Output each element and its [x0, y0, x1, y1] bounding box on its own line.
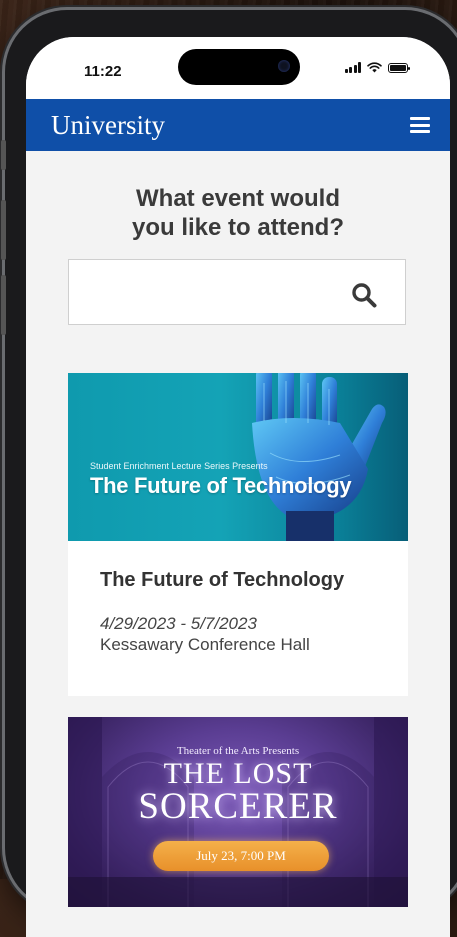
brand-logo-text[interactable]: University: [51, 110, 165, 141]
front-camera-icon: [278, 60, 290, 72]
page-heading: What event would you like to attend?: [26, 184, 450, 242]
event-banner-image[interactable]: Student Enrichment Lecture Series Presen…: [68, 373, 408, 541]
wifi-icon: [367, 62, 382, 73]
event-title[interactable]: The Future of Technology: [100, 569, 376, 592]
volume-down-button: [1, 275, 6, 335]
search-input[interactable]: [69, 260, 339, 324]
banner-supertitle: Student Enrichment Lecture Series Presen…: [90, 461, 268, 471]
banner-title: The Future of Technology: [90, 473, 352, 498]
status-time: 11:22: [84, 63, 122, 80]
top-navigation-bar: University: [26, 99, 450, 151]
heading-line-2: you like to attend?: [131, 214, 344, 241]
heading-line-1: What event would: [136, 185, 340, 212]
event-card[interactable]: Student Enrichment Lecture Series Presen…: [68, 373, 408, 696]
phone-screen: 11:22 University What event would you li…: [26, 37, 450, 937]
cellular-signal-icon: [344, 62, 361, 73]
banner-date-badge: July 23, 7:00 PM: [153, 841, 329, 871]
battery-level: [390, 64, 406, 71]
banner-supertitle: Theater of the Arts Presents: [176, 745, 300, 757]
system-icons: [344, 62, 410, 73]
search-box: [68, 259, 406, 325]
dynamic-island: [178, 49, 300, 85]
phone-frame: 11:22 University What event would you li…: [1, 10, 457, 937]
event-card-body: The Future of Technology 4/29/2023 - 5/7…: [68, 541, 408, 655]
hamburger-menu-icon[interactable]: [410, 117, 430, 133]
status-bar: 11:22: [26, 37, 450, 99]
robot-hand-illustration: [252, 373, 386, 541]
volume-up-button: [1, 200, 6, 260]
event-dates: 4/29/2023 - 5/7/2023: [100, 614, 257, 633]
mute-switch: [1, 140, 6, 170]
event-venue: Kessawary Conference Hall: [100, 635, 310, 654]
battery-icon: [388, 62, 410, 73]
search-icon[interactable]: [351, 282, 377, 308]
banner-title-line-2: SORCERER: [138, 786, 338, 827]
